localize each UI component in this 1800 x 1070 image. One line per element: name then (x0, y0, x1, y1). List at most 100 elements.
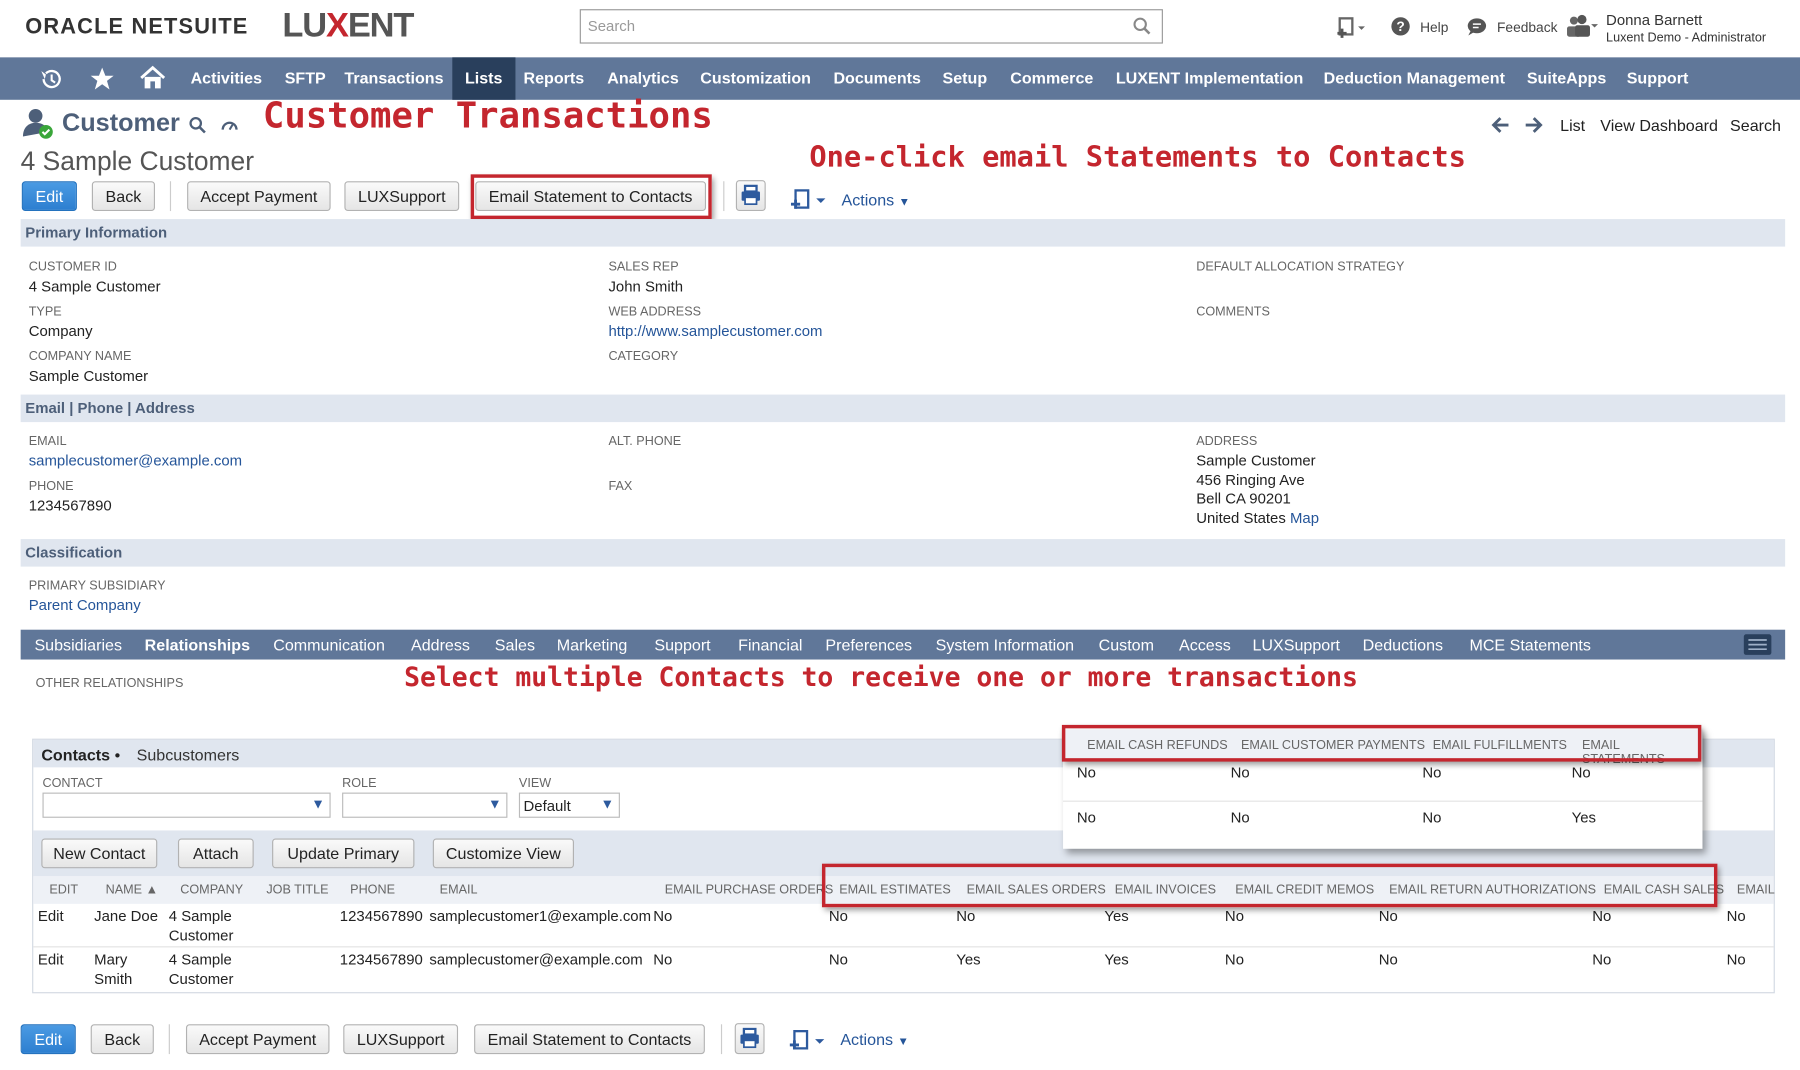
customize-view-button[interactable]: Customize View (432, 838, 574, 869)
subtab-access[interactable]: Access (1179, 630, 1231, 660)
nav-analytics[interactable]: Analytics (607, 57, 678, 99)
attach-button[interactable]: Attach (177, 838, 254, 869)
nav-deduction-management[interactable]: Deduction Management (1324, 57, 1505, 99)
new-record-dropdown-icon[interactable] (789, 188, 828, 213)
new-record-dropdown-icon[interactable] (788, 1029, 827, 1054)
nav-customization[interactable]: Customization (700, 57, 811, 99)
feedback-icon[interactable] (1466, 17, 1488, 36)
subtab-marketing[interactable]: Marketing (557, 630, 628, 660)
row-company-link[interactable]: 4 Sample Customer (169, 907, 234, 944)
email-link[interactable]: samplecustomer@example.com (29, 452, 242, 469)
back-button-bottom[interactable]: Back (90, 1024, 154, 1055)
collapse-tabs-icon[interactable] (1743, 633, 1773, 656)
web-address-link[interactable]: http://www.samplecustomer.com (608, 322, 822, 339)
email-phone-address-header[interactable]: Email | Phone | Address (20, 394, 1786, 423)
map-link[interactable]: Map (1290, 509, 1319, 526)
next-arrow-icon[interactable] (1525, 117, 1543, 133)
accept-payment-button[interactable]: Accept Payment (187, 181, 331, 212)
subtab-luxsupport[interactable]: LUXSupport (1252, 630, 1340, 660)
oracle-netsuite-logo[interactable]: ORACLE NETSUITE (25, 15, 248, 40)
primary-information-header[interactable]: Primary Information (20, 219, 1786, 247)
subtab-custom[interactable]: Custom (1099, 630, 1154, 660)
row-email-estimates: No (828, 907, 848, 925)
view-dashboard-link[interactable]: View Dashboard (1600, 116, 1718, 134)
fax-label: FAX (608, 479, 633, 494)
row-name-link[interactable]: Mary Smith (94, 951, 132, 988)
actions-menu-bottom[interactable]: Actions ▼ (840, 1030, 909, 1048)
subtab-sales[interactable]: Sales (495, 630, 535, 660)
row-name-link[interactable]: Jane Doe (94, 907, 158, 924)
col-email-purchase-orders[interactable]: EMAIL PURCHASE ORDERS (665, 883, 834, 897)
subtab-subsidiaries[interactable]: Subsidiaries (34, 630, 122, 660)
tab-contacts[interactable]: Contacts • (41, 746, 120, 764)
email-statement-button-bottom[interactable]: Email Statement to Contacts (474, 1024, 705, 1055)
help-icon[interactable]: ? (1390, 16, 1411, 37)
nav-activities[interactable]: Activities (191, 57, 262, 99)
col-name[interactable]: NAME ▲ (106, 883, 159, 897)
global-search-input[interactable]: Search (579, 9, 1163, 44)
col-job-title[interactable]: JOB TITLE (266, 883, 328, 897)
nav-luxent-implementation[interactable]: LUXENT Implementation (1116, 57, 1304, 99)
row-edit-link[interactable]: Edit (38, 907, 64, 924)
subtab-financial[interactable]: Financial (738, 630, 802, 660)
nav-support[interactable]: Support (1627, 57, 1689, 99)
user-menu[interactable]: Donna Barnett Luxent Demo - Administrato… (1606, 11, 1766, 44)
nav-transactions[interactable]: Transactions (344, 57, 443, 99)
create-new-icon[interactable] (1335, 16, 1367, 41)
print-button-bottom[interactable] (734, 1023, 765, 1055)
luxent-logo[interactable]: LUXENT (282, 7, 414, 46)
subtab-system-information[interactable]: System Information (936, 630, 1074, 660)
favorites-star-icon[interactable] (90, 67, 115, 92)
nav-reports[interactable]: Reports (523, 57, 584, 99)
col-company[interactable]: COMPANY (180, 883, 243, 897)
contact-filter-select[interactable]: ▼ (42, 792, 331, 818)
nav-documents[interactable]: Documents (833, 57, 921, 99)
alt-phone-label: ALT. PHONE (608, 434, 682, 449)
recent-records-icon[interactable] (39, 67, 64, 92)
list-link[interactable]: List (1560, 116, 1585, 134)
nav-suiteapps[interactable]: SuiteApps (1527, 57, 1606, 99)
role-switch-icon[interactable] (1565, 14, 1599, 39)
feedback-link[interactable]: Feedback (1497, 19, 1558, 35)
col-email-more[interactable]: EMAIL (1737, 883, 1775, 897)
new-contact-button[interactable]: New Contact (41, 838, 158, 869)
subtab-support[interactable]: Support (654, 630, 710, 660)
subtab-deductions[interactable]: Deductions (1363, 630, 1443, 660)
nav-commerce[interactable]: Commerce (1010, 57, 1093, 99)
subtab-address[interactable]: Address (411, 630, 470, 660)
search-customer-icon[interactable] (188, 116, 206, 134)
update-primary-button[interactable]: Update Primary (272, 838, 415, 869)
search-icon[interactable] (1132, 16, 1153, 37)
print-button[interactable] (735, 180, 766, 212)
nav-setup[interactable]: Setup (943, 57, 988, 99)
dashboard-gauge-icon[interactable] (220, 116, 238, 132)
help-link[interactable]: Help (1420, 19, 1448, 35)
accept-payment-button-bottom[interactable]: Accept Payment (185, 1024, 330, 1055)
edit-button-bottom[interactable]: Edit (20, 1024, 76, 1055)
nav-sftp[interactable]: SFTP (285, 57, 326, 99)
view-filter-select[interactable]: Default ▼ (518, 792, 620, 818)
luxsupport-button-bottom[interactable]: LUXSupport (343, 1024, 459, 1055)
row-company-link[interactable]: 4 Sample Customer (169, 951, 234, 988)
subtab-relationships[interactable]: Relationships (145, 630, 250, 660)
row-email-link[interactable]: samplecustomer@example.com (429, 951, 642, 968)
subtab-communication[interactable]: Communication (273, 630, 385, 660)
actions-menu[interactable]: Actions ▼ (841, 190, 910, 208)
role-filter-select[interactable]: ▼ (342, 792, 508, 818)
subtab-preferences[interactable]: Preferences (825, 630, 912, 660)
row-email-link[interactable]: samplecustomer1@example.com (429, 907, 651, 924)
tab-subcustomers[interactable]: Subcustomers (137, 746, 240, 764)
classification-header[interactable]: Classification (20, 539, 1786, 567)
search-link[interactable]: Search (1730, 116, 1781, 134)
home-icon[interactable] (139, 64, 167, 92)
col-phone[interactable]: PHONE (350, 883, 395, 897)
subtab-mce-statements[interactable]: MCE Statements (1469, 630, 1590, 660)
row-edit-link[interactable]: Edit (38, 951, 64, 968)
primary-subsidiary-link[interactable]: Parent Company (29, 596, 141, 613)
previous-arrow-icon[interactable] (1491, 117, 1509, 133)
luxsupport-button[interactable]: LUXSupport (344, 181, 460, 212)
nav-lists[interactable]: Lists (452, 57, 516, 100)
col-email[interactable]: EMAIL (440, 883, 478, 897)
back-button[interactable]: Back (91, 181, 155, 212)
edit-button[interactable]: Edit (21, 181, 77, 212)
